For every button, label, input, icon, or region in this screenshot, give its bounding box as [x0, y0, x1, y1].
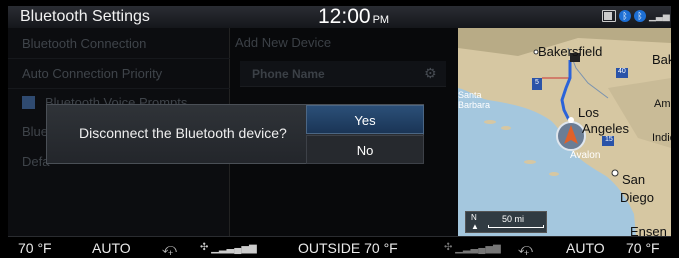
phone-name-label: Phone Name: [252, 67, 325, 81]
map-label-bakersfield: Bakersfield: [538, 44, 603, 59]
menu-item-bluetooth-truncated[interactable]: Blue: [22, 124, 48, 139]
clock-ampm: PM: [372, 14, 390, 26]
add-new-device-label[interactable]: Add New Device: [235, 35, 331, 50]
map-label-bak: Bak: [652, 52, 671, 67]
climate-bar: 70 °F AUTO ⤽ ✣ ▁▂▃▄▅▆ OUTSIDE 70 °F ✣ ▁▂…: [8, 236, 671, 258]
menu-item-bluetooth-connection[interactable]: Bluetooth Connection: [22, 36, 146, 51]
settings-gear-icon[interactable]: ⚙: [424, 65, 440, 81]
signal-icon: ▁▃▅: [649, 11, 670, 21]
battery-icon: [602, 10, 616, 22]
map-label-avalon: Avalon: [570, 150, 601, 161]
highway-shield-15: 15: [605, 136, 613, 143]
bluetooth-icon: ᛒ: [619, 10, 631, 22]
map-label-ensen: Ensen: [630, 224, 667, 236]
scale-bar: [488, 225, 544, 228]
dialog-message: Disconnect the Bluetooth device?: [79, 125, 287, 141]
passenger-airflow-icon[interactable]: ⤽: [518, 240, 533, 257]
passenger-auto-mode[interactable]: AUTO: [566, 240, 605, 256]
page-title: Bluetooth Settings: [20, 8, 150, 25]
airflow-direction-icon[interactable]: ⤽: [162, 240, 177, 257]
status-bar: Bluetooth Settings 12:00 PM ᛒ ᛒ ▁▃▅: [8, 5, 671, 29]
disconnect-dialog: Disconnect the Bluetooth device? Yes No: [46, 104, 424, 164]
passenger-temp[interactable]: 70 °F: [626, 240, 660, 256]
map-label-santa: Santa: [458, 90, 482, 100]
divider: [8, 58, 230, 59]
map-label-angeles: Angeles: [582, 121, 629, 136]
head-unit-screen: Bluetooth Settings 12:00 PM ᛒ ᛒ ▁▃▅ Bluet…: [0, 0, 679, 258]
fan-speed-icon[interactable]: ✣ ▁▂▃▄▅▆: [200, 242, 257, 254]
map-label-diego: Diego: [620, 190, 654, 205]
status-icons: ᛒ ᛒ ▁▃▅: [602, 10, 670, 22]
bluetooth-audio-icon: ᛒ: [634, 10, 646, 22]
menu-item-auto-connection-priority[interactable]: Auto Connection Priority: [22, 66, 162, 81]
north-arrow-icon[interactable]: N ▲: [471, 213, 479, 231]
divider: [8, 88, 230, 89]
outside-temp: OUTSIDE 70 °F: [298, 240, 398, 256]
map-label-amb: Amb: [654, 98, 671, 110]
scale-label: 50 mi: [502, 214, 525, 224]
checkbox-checked-icon[interactable]: [22, 96, 35, 109]
map-label-indio: Indio: [652, 132, 671, 144]
navigation-map[interactable]: Bakersfield Bak Santa Barbara Los Angele…: [458, 28, 671, 236]
highway-shield-5-north: 5: [535, 79, 539, 86]
highway-shield-40: 40: [618, 68, 626, 75]
yes-button[interactable]: Yes: [306, 105, 424, 134]
driver-temp[interactable]: 70 °F: [18, 240, 52, 256]
phone-name-field[interactable]: Phone Name ⚙: [240, 61, 446, 87]
clock: 12:00 PM: [318, 5, 389, 29]
no-button[interactable]: No: [306, 135, 424, 164]
map-label-los: Los: [578, 105, 599, 120]
driver-auto-mode[interactable]: AUTO: [92, 240, 131, 256]
map-label-barbara: Barbara: [458, 100, 491, 110]
map-label-san: San: [622, 172, 646, 187]
north-label: N: [471, 213, 477, 222]
passenger-fan-speed-icon[interactable]: ✣ ▁▂▃▄▅▆: [444, 242, 501, 254]
map-scale: N ▲ 50 mi: [465, 211, 547, 233]
clock-time: 12:00: [318, 5, 371, 28]
